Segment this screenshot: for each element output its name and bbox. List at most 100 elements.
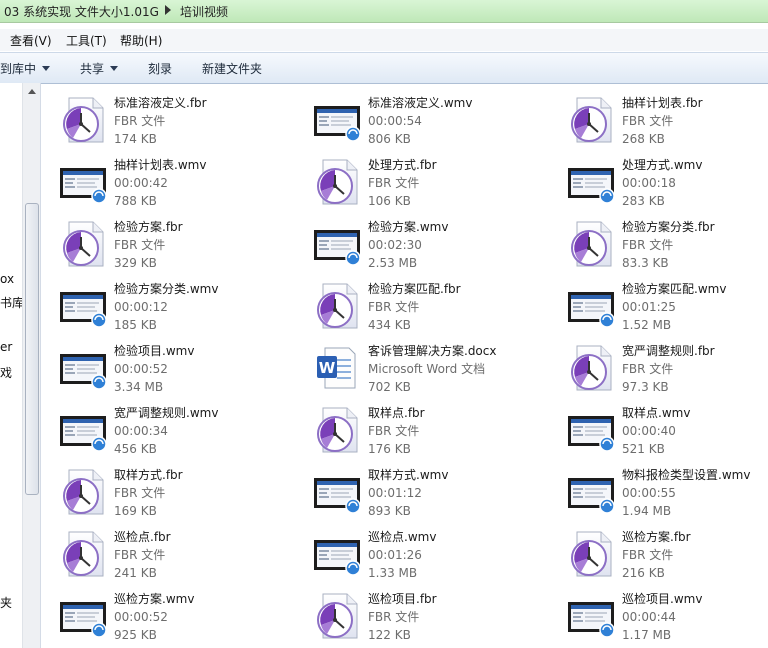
file-size: 893 KB [368, 504, 411, 518]
include-in-library-label: 到库中 [0, 62, 37, 76]
file-name: 宽严调整规则.fbr [622, 344, 715, 358]
file-item[interactable]: 检验方案分类.fbr FBR 文件 83.3 KB [549, 210, 768, 270]
fbr-clock-icon [313, 406, 361, 454]
file-size: 925 KB [114, 628, 157, 642]
file-item[interactable]: 检验项目.wmv 00:00:52 3.34 MB [41, 334, 291, 394]
file-item[interactable]: 检验方案.fbr FBR 文件 329 KB [41, 210, 291, 270]
file-size: 329 KB [114, 256, 157, 270]
file-size: 97.3 KB [622, 380, 669, 394]
breadcrumb-arrow-icon[interactable] [165, 5, 171, 15]
file-size: 122 KB [368, 628, 411, 642]
menu-view[interactable]: 查看(V) [10, 32, 52, 49]
file-name: 取样方式.wmv [368, 468, 449, 482]
file-name: 取样点.fbr [368, 406, 425, 420]
file-name: 检验方案分类.fbr [622, 220, 715, 234]
include-in-library-button[interactable]: 到库中 [0, 60, 51, 77]
file-item[interactable]: 物料报检类型设置.wmv 00:00:55 1.94 MB [549, 458, 768, 518]
file-details: 客诉管理解决方案.docx Microsoft Word 文档 702 KB [368, 342, 568, 396]
address-path[interactable]: 03 系统实现 文件大小1.01G [4, 3, 159, 20]
file-item[interactable]: 巡检点.fbr FBR 文件 241 KB [41, 520, 291, 580]
file-size: 788 KB [114, 194, 157, 208]
file-size: 169 KB [114, 504, 157, 518]
file-name: 处理方式.wmv [622, 158, 703, 172]
file-size: 106 KB [368, 194, 411, 208]
file-item[interactable]: 处理方式.fbr FBR 文件 106 KB [295, 148, 545, 208]
scroll-up-arrow-icon[interactable] [28, 89, 36, 94]
wmv-video-thumbnail-icon [313, 468, 361, 516]
file-item[interactable]: 取样点.fbr FBR 文件 176 KB [295, 396, 545, 456]
wmv-video-thumbnail-icon [567, 158, 615, 206]
chevron-down-icon [110, 66, 119, 71]
nav-item-dropbox[interactable]: ox [0, 272, 14, 286]
file-item[interactable]: 标准溶液定义.fbr FBR 文件 174 KB [41, 86, 291, 146]
share-button[interactable]: 共享 [80, 60, 119, 77]
file-item[interactable]: 取样方式.wmv 00:01:12 893 KB [295, 458, 545, 518]
file-item[interactable]: 检验方案匹配.wmv 00:01:25 1.52 MB [549, 272, 768, 332]
file-type-or-duration: FBR 文件 [622, 114, 674, 128]
nav-scrollbar[interactable] [22, 83, 40, 648]
wmv-video-thumbnail-icon [567, 406, 615, 454]
file-name: 巡检点.wmv [368, 530, 437, 544]
address-bar[interactable]: 03 系统实现 文件大小1.01G 培训视频 [0, 0, 768, 23]
svg-text:W: W [319, 359, 336, 377]
file-type-or-duration: FBR 文件 [622, 238, 674, 252]
file-size: 434 KB [368, 318, 411, 332]
file-item[interactable]: 检验方案匹配.fbr FBR 文件 434 KB [295, 272, 545, 332]
file-type-or-duration: 00:01:25 [622, 300, 676, 314]
navigation-pane[interactable]: ox 书库 er 戏 夹 [0, 83, 41, 648]
burn-button[interactable]: 刻录 [148, 60, 172, 77]
word-document-icon: W [313, 344, 361, 392]
file-item[interactable]: 巡检项目.fbr FBR 文件 122 KB [295, 582, 545, 642]
nav-item-games[interactable]: 戏 [0, 364, 12, 381]
file-type-or-duration: FBR 文件 [368, 300, 420, 314]
file-item[interactable]: 抽样计划表.fbr FBR 文件 268 KB [549, 86, 768, 146]
file-type-or-duration: FBR 文件 [368, 176, 420, 190]
file-type-or-duration: 00:01:26 [368, 548, 422, 562]
file-item[interactable]: 宽严调整规则.fbr FBR 文件 97.3 KB [549, 334, 768, 394]
file-item[interactable]: 宽严调整规则.wmv 00:00:34 456 KB [41, 396, 291, 456]
fbr-clock-icon [313, 158, 361, 206]
fbr-clock-icon [313, 282, 361, 330]
scrollbar-thumb[interactable] [25, 203, 39, 495]
nav-item-library[interactable]: 书库 [0, 294, 24, 311]
file-item[interactable]: 取样点.wmv 00:00:40 521 KB [549, 396, 768, 456]
file-item[interactable]: 巡检方案.wmv 00:00:52 925 KB [41, 582, 291, 642]
menu-help[interactable]: 帮助(H) [120, 32, 162, 49]
file-item[interactable]: W 客诉管理解决方案.docx Microsoft Word 文档 702 KB [295, 334, 545, 394]
new-folder-button[interactable]: 新建文件夹 [202, 60, 262, 77]
file-type-or-duration: FBR 文件 [114, 114, 166, 128]
wmv-video-thumbnail-icon [567, 468, 615, 516]
file-size: 283 KB [622, 194, 665, 208]
file-type-or-duration: FBR 文件 [114, 486, 166, 500]
file-name: 取样方式.fbr [114, 468, 183, 482]
menu-bar: 查看(V) 工具(T) 帮助(H) [0, 29, 768, 51]
file-size: 1.17 MB [622, 628, 672, 642]
file-details: 取样点.wmv 00:00:40 521 KB [622, 404, 768, 458]
file-details: 检验方案匹配.wmv 00:01:25 1.52 MB [622, 280, 768, 334]
file-size: 176 KB [368, 442, 411, 456]
file-details: 处理方式.wmv 00:00:18 283 KB [622, 156, 768, 210]
file-details: 取样方式.wmv 00:01:12 893 KB [368, 466, 568, 520]
nav-item-folder[interactable]: 夹 [0, 594, 12, 611]
menu-tools[interactable]: 工具(T) [66, 32, 107, 49]
file-item[interactable]: 标准溶液定义.wmv 00:00:54 806 KB [295, 86, 545, 146]
file-details: 检验方案.fbr FBR 文件 329 KB [114, 218, 314, 272]
file-item[interactable]: 处理方式.wmv 00:00:18 283 KB [549, 148, 768, 208]
file-type-or-duration: 00:00:12 [114, 300, 168, 314]
file-item[interactable]: 巡检项目.wmv 00:00:44 1.17 MB [549, 582, 768, 642]
file-details: 检验方案分类.wmv 00:00:12 185 KB [114, 280, 314, 334]
file-item[interactable]: 抽样计划表.wmv 00:00:42 788 KB [41, 148, 291, 208]
file-item[interactable]: 检验方案分类.wmv 00:00:12 185 KB [41, 272, 291, 332]
wmv-video-thumbnail-icon [59, 592, 107, 640]
file-item[interactable]: 巡检方案.fbr FBR 文件 216 KB [549, 520, 768, 580]
nav-item-computer[interactable]: er [0, 340, 12, 354]
file-item[interactable]: 取样方式.fbr FBR 文件 169 KB [41, 458, 291, 518]
share-label: 共享 [80, 62, 105, 76]
file-type-or-duration: 00:00:55 [622, 486, 676, 500]
breadcrumb-current-folder[interactable]: 培训视频 [180, 3, 228, 20]
file-name: 检验方案分类.wmv [114, 282, 219, 296]
file-item[interactable]: 检验方案.wmv 00:02:30 2.53 MB [295, 210, 545, 270]
file-item[interactable]: 巡检点.wmv 00:01:26 1.33 MB [295, 520, 545, 580]
file-type-or-duration: FBR 文件 [368, 424, 420, 438]
file-size: 174 KB [114, 132, 157, 146]
